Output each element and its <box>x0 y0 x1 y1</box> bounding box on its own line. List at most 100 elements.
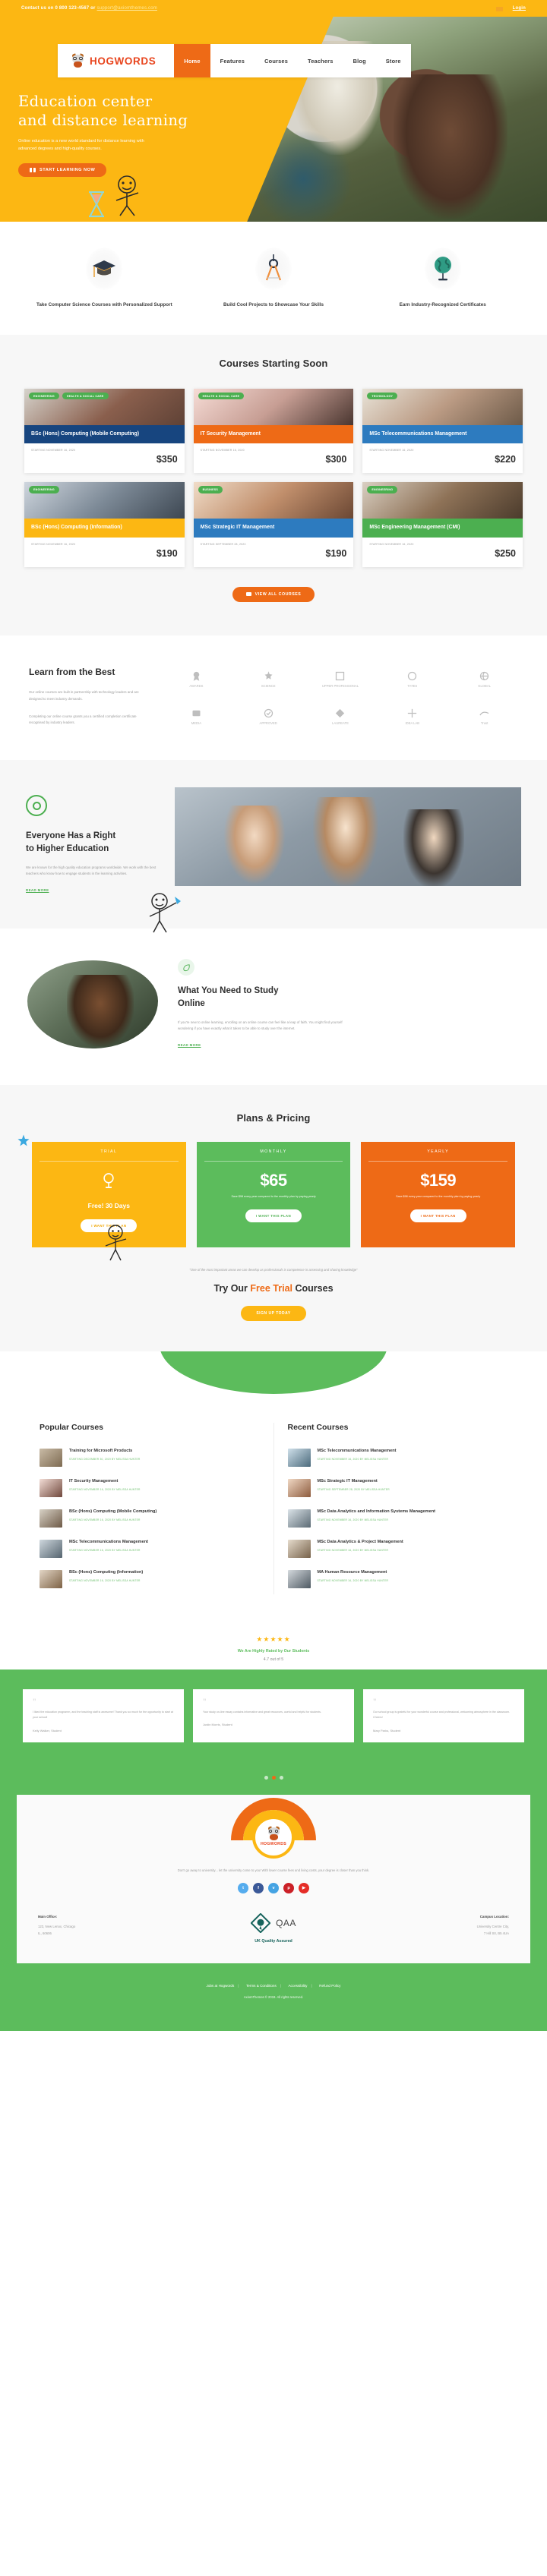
course-tag[interactable]: ENGINEERING <box>29 486 59 493</box>
footer-link-refund[interactable]: Refund Policy <box>319 1984 340 1988</box>
course-thumbnail <box>287 1540 311 1559</box>
youtube-icon[interactable]: ▶ <box>299 1882 309 1893</box>
list-item-title: MSc Telecommunications Management <box>69 1540 149 1545</box>
list-item[interactable]: MSc Data Analytics and Information Syste… <box>287 1503 508 1534</box>
list-item-title: BSc (Hons) Computing (Mobile Computing) <box>69 1509 157 1515</box>
pager-dot[interactable] <box>264 1775 268 1780</box>
nav-item-store[interactable]: Store <box>376 44 411 77</box>
facebook-icon[interactable]: f <box>253 1882 264 1893</box>
course-price: $350 <box>156 454 178 465</box>
nav-item-teachers[interactable]: Teachers <box>298 44 343 77</box>
testimonial-author: Kelly Walker, Student <box>33 1729 174 1733</box>
list-item[interactable]: BSc (Hons) Computing (Information) START… <box>40 1564 260 1594</box>
course-tag[interactable]: TECHNOLOGY <box>367 393 398 400</box>
pinterest-icon[interactable]: p <box>283 1882 294 1893</box>
campus-location-block: Campus Location: University Centre City,… <box>352 1913 509 1937</box>
course-card[interactable]: ENGINEERING BSc (Hons) Computing (Inform… <box>24 482 185 567</box>
brand-logo[interactable]: HOGWORDS <box>58 44 174 77</box>
list-item[interactable]: IT Security Management STARTING NOVEMBER… <box>40 1473 260 1503</box>
course-thumbnail <box>40 1509 62 1528</box>
view-all-courses-button[interactable]: VIEW ALL COURSES <box>232 586 315 602</box>
list-item[interactable]: MSc Data Analytics & Project Management … <box>287 1534 508 1564</box>
course-tag[interactable]: ENGINEERING <box>367 486 398 493</box>
plan-button-yearly[interactable]: I WANT THIS PLAN <box>409 1209 466 1223</box>
courses-grid: ENGINEERING HEALTH & SOCIAL CARE BSc (Ho… <box>0 389 547 567</box>
right-edu-title: Everyone Has a Right to Higher Education <box>26 830 160 855</box>
partner-logo-label: SCIENCE <box>261 684 276 689</box>
list-item-title: Training for Microsoft Products <box>69 1449 133 1454</box>
course-thumbnail <box>287 1570 311 1589</box>
footer-logo[interactable]: HOGWORDS <box>252 1815 295 1859</box>
study-title-line1: What You Need to Study <box>178 986 279 996</box>
feature-label: Build Cool Projects to Showcase Your Ski… <box>223 302 324 307</box>
course-tag[interactable]: HEALTH & SOCIAL CARE <box>198 393 245 400</box>
footer-link-terms[interactable]: Terms & Conditions <box>246 1984 277 1988</box>
course-tag[interactable]: ENGINEERING <box>29 393 59 400</box>
right-edu-readmore-link[interactable]: READ MORE <box>26 888 49 892</box>
rating-score: 4.7 out of 5 <box>263 1657 284 1663</box>
list-item[interactable]: BSc (Hons) Computing (Mobile Computing) … <box>40 1503 260 1534</box>
partner-logo-label: AWARDS <box>189 684 204 689</box>
support-email-link[interactable]: support@axiomthemes.com <box>97 6 157 11</box>
cart-icon[interactable] <box>495 5 503 11</box>
course-title: BSc (Hons) Computing (Information) <box>24 519 185 538</box>
course-tag[interactable]: HEALTH & SOCIAL CARE <box>62 393 109 400</box>
partner-logo-label: APPROVED <box>259 720 277 725</box>
graduation-cap-icon <box>86 248 123 290</box>
course-tags: ENGINEERING <box>367 486 398 493</box>
feature-item: Earn Industry-Recognized Certificates <box>358 248 527 309</box>
list-item[interactable]: Training for Microsoft Products STARTING… <box>40 1442 260 1473</box>
course-tag[interactable]: BUSINESS <box>198 486 223 493</box>
testimonial-role: Student <box>220 1723 232 1727</box>
start-learning-button[interactable]: START LEARNING NOW <box>18 162 107 177</box>
list-item[interactable]: MSc Strategic IT Management STARTING SEP… <box>287 1473 508 1503</box>
list-item[interactable]: MSc Telecommunications Management STARTI… <box>40 1534 260 1564</box>
learn-paragraph-2: Completing our online course grants you … <box>29 714 137 725</box>
footer-link-accessibility[interactable]: Accessibility <box>288 1984 307 1988</box>
footer-link-jobs[interactable]: Jobs at Hogwords <box>207 1984 235 1988</box>
list-item[interactable]: MSc Telecommunications Management STARTI… <box>287 1442 508 1473</box>
feature-label: Take Computer Science Courses with Perso… <box>36 302 172 307</box>
nav-item-courses[interactable]: Courses <box>255 44 298 77</box>
partner-logo-label: Trust <box>480 720 489 725</box>
nav-item-blog[interactable]: Blog <box>343 44 376 77</box>
pricing-section: Plans & Pricing TRIAL Free! 30 Days I WA… <box>0 1085 547 1352</box>
course-tags: HEALTH & SOCIAL CARE <box>198 393 245 400</box>
hero-copy: Education center and distance learning O… <box>18 93 223 177</box>
course-card[interactable]: ENGINEERING MSc Engineering Management (… <box>362 482 523 567</box>
course-card[interactable]: BUSINESS MSc Strategic IT Management STA… <box>193 482 354 567</box>
pager-dot-active[interactable] <box>271 1775 276 1780</box>
partner-logo: SCIENCE <box>261 670 276 688</box>
search-icon[interactable] <box>210 55 221 70</box>
signup-today-button[interactable]: SIGN UP TODAY <box>241 1306 306 1322</box>
partner-logo: Trust <box>479 708 490 725</box>
twitter-icon[interactable]: t <box>238 1882 248 1893</box>
course-card[interactable]: HEALTH & SOCIAL CARE IT Security Managem… <box>193 389 354 474</box>
compass-icon <box>255 248 292 290</box>
main-office-line1: 123, New Lenox, Chicago <box>38 1925 76 1929</box>
list-item[interactable]: MA Human Resource Management STARTING NO… <box>287 1564 508 1594</box>
nav-item-home[interactable]: Home <box>174 44 210 77</box>
pager-dot[interactable] <box>279 1775 283 1780</box>
list-item-meta: STARTING NOVEMBER 16, 2020 BY MELISSA HU… <box>69 1579 141 1583</box>
login-link[interactable]: Login <box>513 6 526 11</box>
partner-logo: TATES <box>406 670 418 688</box>
course-meta: STARTING SEPTEMBER 28, 2020 <box>200 542 246 546</box>
course-thumbnail <box>40 1449 62 1468</box>
footer-tagline: Don't go away to university... let the u… <box>177 1868 370 1872</box>
study-readmore-link[interactable]: READ MORE <box>178 1043 201 1047</box>
testimonial-card: ” Our school group is grateful for your … <box>363 1689 524 1742</box>
partner-logo-label: TATES <box>407 684 418 689</box>
testimonial-text: Our school group is grateful for your wo… <box>373 1711 511 1720</box>
plan-button-monthly[interactable]: I WANT THIS PLAN <box>245 1209 302 1223</box>
course-card[interactable]: TECHNOLOGY MSc Telecommunications Manage… <box>362 389 523 474</box>
course-thumbnail: ENGINEERING HEALTH & SOCIAL CARE <box>24 389 185 426</box>
partner-logo-label: LAUREATE <box>332 720 349 725</box>
testimonial-author: Justin Morris, Student <box>203 1723 344 1726</box>
recent-courses-title: Recent Courses <box>287 1423 349 1433</box>
course-card[interactable]: ENGINEERING HEALTH & SOCIAL CARE BSc (Ho… <box>24 389 185 474</box>
copyright-text: AxiomThemes © 2019. All rights reserved. <box>243 1994 304 1999</box>
vk-icon[interactable]: v <box>268 1882 279 1893</box>
features-section: Take Computer Science Courses with Perso… <box>0 222 547 336</box>
plan-amount: $65 <box>260 1171 287 1190</box>
